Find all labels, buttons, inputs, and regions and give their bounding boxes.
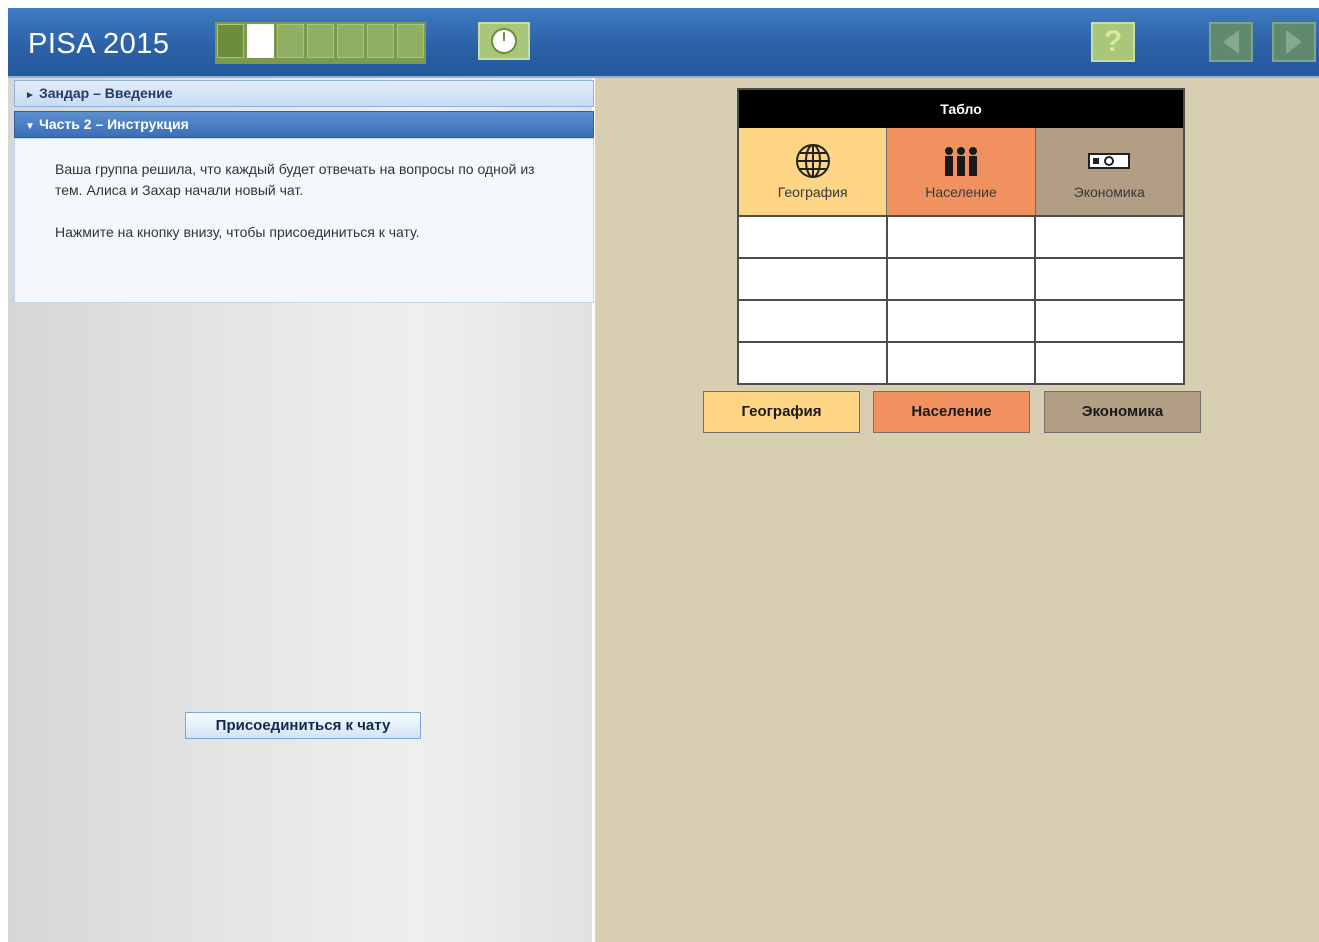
section-label: Зандар – Введение xyxy=(39,85,173,101)
progress-segment xyxy=(277,24,304,58)
board-cell xyxy=(888,217,1037,257)
progress-segment xyxy=(337,24,364,58)
app-title: PISA 2015 xyxy=(28,28,170,60)
board-cell xyxy=(739,343,888,383)
progress-segment xyxy=(217,24,244,58)
board-cell xyxy=(1036,343,1183,383)
app-window: PISA 2015 ? ► Зандар – Введение ▼ Часть 2 xyxy=(8,8,1319,942)
board-cell xyxy=(739,301,888,341)
board-cell xyxy=(888,301,1037,341)
geography-button[interactable]: География xyxy=(703,391,860,433)
instruction-paragraph: Нажмите на кнопку внизу, чтобы присоедин… xyxy=(55,224,420,240)
accordion-section-part2[interactable]: ▼ Часть 2 – Инструкция xyxy=(14,111,594,138)
board-cell xyxy=(1036,301,1183,341)
progress-segment xyxy=(397,24,424,58)
caret-down-icon: ▼ xyxy=(25,121,35,132)
board-row xyxy=(739,299,1183,341)
board-header-row: География Население Экономика xyxy=(739,128,1183,215)
board-title: Табло xyxy=(739,90,1183,128)
column-economy: Экономика xyxy=(1035,128,1183,215)
arrow-left-icon xyxy=(1223,30,1239,54)
board-row xyxy=(739,215,1183,257)
board-cell xyxy=(739,217,888,257)
header-bar: PISA 2015 ? xyxy=(8,8,1319,78)
score-board: Табло География Население Экономика xyxy=(737,88,1185,385)
column-label: Население xyxy=(925,184,997,200)
board-cell xyxy=(1036,259,1183,299)
column-geography: География xyxy=(739,128,888,215)
board-cell xyxy=(1036,217,1183,257)
board-cell xyxy=(739,259,888,299)
progress-segment xyxy=(307,24,334,58)
help-button[interactable]: ? xyxy=(1091,22,1135,62)
accordion-section-intro[interactable]: ► Зандар – Введение xyxy=(14,80,594,107)
board-cell xyxy=(888,343,1037,383)
column-population: Население xyxy=(887,128,1036,215)
globe-icon xyxy=(795,142,831,180)
section-label: Часть 2 – Инструкция xyxy=(39,116,189,132)
population-button[interactable]: Население xyxy=(873,391,1030,433)
column-label: География xyxy=(777,184,848,200)
arrow-right-icon xyxy=(1286,30,1302,54)
timer-button[interactable] xyxy=(478,22,530,60)
column-label: Экономика xyxy=(1073,184,1145,200)
progress-bar xyxy=(215,22,426,64)
progress-segment-current xyxy=(247,24,274,58)
clock-icon xyxy=(491,28,517,54)
progress-segment xyxy=(367,24,394,58)
caret-right-icon: ► xyxy=(25,90,35,101)
banknote-icon xyxy=(1087,142,1131,180)
instruction-text: Ваша группа решила, что каждый будет отв… xyxy=(14,138,594,303)
back-button[interactable] xyxy=(1209,22,1253,62)
economy-button[interactable]: Экономика xyxy=(1044,391,1201,433)
board-cell xyxy=(888,259,1037,299)
forward-button[interactable] xyxy=(1272,22,1316,62)
board-row xyxy=(739,257,1183,299)
question-mark-icon: ? xyxy=(1103,25,1123,58)
board-row xyxy=(739,341,1183,383)
instruction-paragraph: Ваша группа решила, что каждый будет отв… xyxy=(55,161,535,198)
instruction-panel: ► Зандар – Введение ▼ Часть 2 – Инструкция… xyxy=(8,78,595,942)
join-chat-button[interactable]: Присоединиться к чату xyxy=(185,712,421,739)
people-icon xyxy=(941,142,981,180)
